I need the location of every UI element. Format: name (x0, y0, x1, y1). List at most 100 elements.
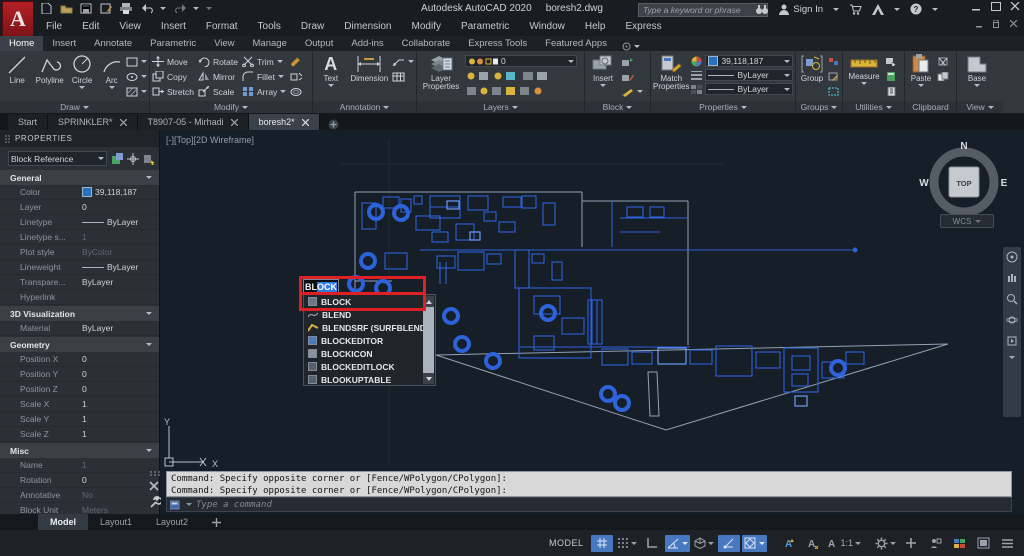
lineweight-combo[interactable]: ByLayer (705, 69, 793, 81)
prop-row-rotation[interactable]: Rotation0 (0, 473, 159, 488)
ribbon-tab-annotate[interactable]: Annotate (85, 36, 141, 51)
annotation-panel-label[interactable]: Annotation (313, 101, 416, 113)
leader-tool-button[interactable] (392, 55, 414, 68)
menu-insert[interactable]: Insert (151, 18, 196, 35)
model-space-button[interactable]: MODEL (543, 535, 590, 552)
text-dropdown-icon[interactable] (328, 84, 334, 87)
close-tab-icon[interactable] (302, 119, 309, 126)
new-file-icon[interactable] (40, 3, 53, 14)
hatch-tool-button[interactable] (126, 85, 147, 98)
menu-modify[interactable]: Modify (402, 18, 451, 35)
trim-button[interactable]: Trim (242, 55, 286, 68)
rectangle-tool-button[interactable] (126, 55, 147, 68)
annotation-scale-button[interactable]: A1:1 (825, 535, 863, 552)
circle-button[interactable]: Circle (67, 53, 97, 89)
palette-title-bar[interactable]: PROPERTIES (0, 130, 159, 147)
ribbon-tab-output[interactable]: Output (296, 36, 343, 51)
close-command-icon[interactable] (149, 481, 160, 492)
cut-button[interactable] (937, 55, 949, 68)
object-color-combo[interactable]: 39,118,187 (705, 55, 793, 67)
menu-draw[interactable]: Draw (291, 18, 334, 35)
insert-dropdown-icon[interactable] (600, 84, 606, 87)
command-tool-icon[interactable] (170, 500, 182, 510)
base-dropdown-icon[interactable] (974, 84, 980, 87)
navigation-bar[interactable] (1003, 247, 1021, 417)
snap-mode-toggle[interactable] (615, 535, 639, 552)
ribbon-tab-insert[interactable]: Insert (43, 36, 85, 51)
scroll-down-icon[interactable] (423, 373, 434, 384)
dimension-button[interactable]: Dimension (349, 53, 390, 83)
prop-row-position-z[interactable]: Position Z0 (0, 382, 159, 397)
autocad-logo-icon[interactable]: A (2, 1, 34, 37)
object-snap-tracking-toggle[interactable] (718, 535, 740, 552)
redo-dropdown-icon[interactable] (193, 7, 199, 10)
modify-panel-label[interactable]: Modify (150, 101, 312, 113)
utilities-panel-label[interactable]: Utilities (843, 101, 904, 113)
line-button[interactable]: Line (2, 53, 32, 85)
close-button[interactable] (1010, 2, 1020, 11)
minimize-button[interactable] (972, 2, 982, 11)
move-button[interactable]: Move (152, 55, 194, 68)
scale-button[interactable]: Scale (198, 85, 238, 98)
ribbon-tab-manage[interactable]: Manage (244, 36, 296, 51)
redo-icon[interactable] (173, 3, 186, 14)
menu-express[interactable]: Express (615, 18, 671, 35)
doc-tab-boresh2[interactable]: boresh2* (249, 114, 320, 130)
linetype-combo[interactable]: ByLayer (705, 83, 793, 95)
select-objects-icon[interactable] (127, 153, 139, 165)
doc-tab-t8907[interactable]: T8907-05 - Mirhadi (138, 114, 249, 130)
prop-row-scale-x[interactable]: Scale X1 (0, 397, 159, 412)
base-button[interactable]: Base (959, 53, 995, 87)
section-misc[interactable]: Misc (0, 443, 159, 458)
insert-button[interactable]: Insert (587, 53, 619, 87)
groups-panel-label[interactable]: Groups (796, 101, 842, 113)
create-block-button[interactable] (621, 55, 643, 68)
customization-button[interactable] (996, 535, 1018, 552)
menu-parametric[interactable]: Parametric (451, 18, 519, 35)
layer-properties-button[interactable]: Layer Properties (419, 53, 463, 92)
arc-dropdown-icon[interactable] (109, 86, 115, 89)
paste-button[interactable]: Paste (907, 53, 935, 87)
annotation-visibility-toggle[interactable]: A (777, 535, 799, 552)
doc-tab-start[interactable]: Start (8, 114, 48, 130)
suggestion-blookuptable[interactable]: BLOOKUPTABLE (304, 373, 435, 386)
prop-row-lineweight[interactable]: LineweightByLayer (0, 260, 159, 275)
measure-dropdown-icon[interactable] (861, 82, 867, 85)
layer-tools-row-2[interactable] (465, 84, 575, 97)
zoom-extents-icon[interactable] (1006, 293, 1018, 305)
doc-minimize-button[interactable] (976, 20, 986, 29)
suggestion-blockicon[interactable]: BLOCKICON (304, 347, 435, 360)
paste-dropdown-icon[interactable] (918, 84, 924, 87)
ribbon-tab-view[interactable]: View (205, 36, 243, 51)
doc-close-button[interactable] (1010, 20, 1020, 29)
ribbon-display-toggle[interactable] (622, 42, 640, 51)
section-3d-visualization[interactable]: 3D Visualization (0, 306, 159, 321)
ellipse-tool-button[interactable] (126, 70, 147, 83)
prop-row-annotative[interactable]: AnnotativeNo (0, 488, 159, 503)
ribbon-tab-parametric[interactable]: Parametric (141, 36, 205, 51)
customize-wrench-icon[interactable] (149, 496, 161, 509)
draw-panel-label[interactable]: Draw (0, 101, 149, 113)
model-tab[interactable]: Model (38, 514, 88, 530)
prop-row-color[interactable]: Color39,118,187 (0, 185, 159, 200)
quick-select-button[interactable] (885, 55, 897, 68)
prop-row-linetype[interactable]: LinetypeByLayer (0, 215, 159, 230)
grid-display-toggle[interactable] (591, 535, 613, 552)
match-properties-button[interactable]: Match Properties (653, 53, 689, 92)
layers-panel-label[interactable]: Layers (417, 101, 584, 113)
layer-tools-row-1[interactable] (465, 69, 575, 82)
prop-row-scale-z[interactable]: Scale Z1 (0, 427, 159, 442)
workspace-switching-button[interactable] (873, 535, 898, 552)
prop-row-plot-style[interactable]: Plot styleByColor (0, 245, 159, 260)
undo-icon[interactable] (140, 3, 153, 14)
polar-tracking-toggle[interactable] (665, 535, 690, 552)
stretch-button[interactable]: Stretch (152, 85, 194, 98)
offset-tool-button[interactable] (290, 85, 303, 98)
menu-help[interactable]: Help (575, 18, 616, 35)
navigation-wheel-icon[interactable] (1006, 251, 1018, 263)
polyline-button[interactable]: Polyline (34, 53, 64, 85)
command-input[interactable]: Type a command (166, 497, 1012, 512)
search-binoculars-icon[interactable] (755, 4, 769, 15)
explode-tool-button[interactable] (290, 70, 303, 83)
fillet-button[interactable]: Fillet (242, 70, 286, 83)
